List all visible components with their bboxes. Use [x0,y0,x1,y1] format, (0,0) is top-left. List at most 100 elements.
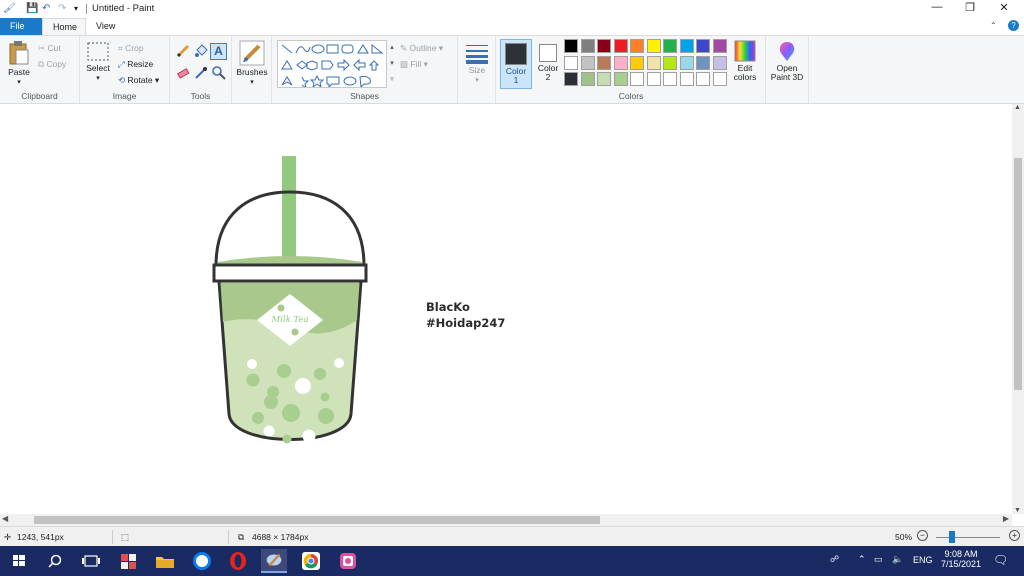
eraser-icon[interactable] [176,66,190,80]
palette-swatch[interactable] [597,39,611,53]
zoom-slider-track[interactable] [936,537,1000,538]
palette-swatch[interactable] [663,39,677,53]
magnifier-icon[interactable] [212,66,226,80]
color-picker-icon[interactable] [194,66,208,80]
rotate-button[interactable]: ⟲ Rotate ▾ [118,74,159,86]
undo-icon[interactable]: ↶ [42,3,50,15]
customize-quick-access-icon[interactable]: ▾ [74,3,78,15]
file-explorer-icon[interactable] [152,549,178,573]
people-icon[interactable]: ☍ [830,554,839,565]
zalo-icon[interactable] [189,549,215,573]
fill-bucket-icon[interactable] [194,44,208,58]
minimize-ribbon-icon[interactable]: ⌃ [990,21,997,30]
palette-swatch[interactable] [679,72,694,86]
pencil-icon[interactable] [176,44,190,58]
tab-home[interactable]: Home [42,18,86,35]
palette-swatch[interactable] [613,39,628,53]
palette-swatch[interactable] [696,55,710,70]
cut-button[interactable]: ✂ Cut [38,42,61,54]
outline-button[interactable]: ✎ Outline ▾ [400,42,443,54]
scroll-up-icon[interactable]: ▲ [1014,104,1021,111]
crop-button[interactable]: ⌗ Crop [118,42,144,54]
color2-button[interactable]: Color 2 [534,39,562,89]
palette-swatch[interactable] [613,55,628,70]
palette-swatch[interactable] [630,39,644,53]
palette-swatch[interactable] [646,39,661,53]
language-indicator[interactable]: ENG [913,555,933,565]
color2-swatch [539,44,557,62]
palette-swatch[interactable] [646,72,661,86]
select-button[interactable]: Select ▾ [84,42,112,83]
task-view-icon[interactable] [78,549,104,573]
notifications-icon[interactable]: 🗨 [993,553,1008,567]
palette-swatch[interactable] [679,55,694,70]
show-hidden-icons-icon[interactable]: ⌃ [858,554,866,565]
brushes-button[interactable]: Brushes ▾ [235,40,269,87]
palette-swatch[interactable] [580,72,595,86]
canvas-area[interactable]: Milk Tea BlacKo #Hoidap247 [0,104,1012,514]
tab-file[interactable]: File [0,18,42,35]
edit-colors-button[interactable]: Edit colors [730,40,760,82]
clock-date: 7/15/2021 [940,559,982,569]
close-button[interactable]: ✕ [988,1,1020,17]
palette-swatch[interactable] [564,72,578,86]
palette-swatch[interactable] [712,39,727,53]
palette-swatch[interactable] [712,55,727,70]
opera-icon[interactable] [225,549,251,573]
start-windows-icon[interactable] [6,549,32,573]
fill-button[interactable]: ▨ Fill ▾ [400,58,428,70]
resize-button[interactable]: ⤢ Resize [118,58,153,70]
tab-view[interactable]: View [86,18,126,35]
palette-swatch[interactable] [613,72,628,86]
color1-button[interactable]: Color 1 [500,39,532,89]
tools-label: Tools [190,91,211,101]
paint-app-icon[interactable]: 🖌 [3,3,16,15]
paint-taskbar-icon[interactable] [261,549,287,573]
palette-swatch[interactable] [679,39,694,53]
scroll-left-icon[interactable]: ◀ [2,514,8,523]
clock[interactable]: 9:08 AM 7/15/2021 [940,549,982,569]
scroll-right-icon[interactable]: ▶ [1003,514,1009,523]
vertical-scroll-thumb[interactable] [1014,158,1022,390]
palette-swatch[interactable] [663,55,677,70]
palette-swatch[interactable] [564,55,578,70]
save-icon[interactable]: 💾 [26,3,38,15]
copy-button[interactable]: ⧉ Copy [38,58,66,70]
text-tool-icon[interactable]: A [210,43,227,60]
redo-icon[interactable]: ↷ [58,3,66,15]
palette-swatch[interactable] [696,39,710,53]
open-paint3d-button[interactable]: Open Paint 3D [768,40,806,82]
palette-swatch[interactable] [597,72,611,86]
battery-icon[interactable]: ▭ [874,554,883,565]
image-size-icon: ⧉ [238,532,245,542]
palette-swatch[interactable] [646,55,661,70]
palette-swatch[interactable] [630,55,644,70]
minimize-button[interactable]: — [921,1,953,17]
scroll-down-icon[interactable]: ▼ [1014,507,1021,514]
chrome-icon[interactable] [298,549,324,573]
restore-button[interactable]: ❐ [954,1,986,17]
search-icon[interactable] [42,549,68,573]
photo-app-icon[interactable] [335,549,361,573]
help-icon[interactable]: ? [1008,20,1019,31]
palette-swatch[interactable] [630,72,644,86]
volume-icon[interactable]: 🔈 [892,554,903,565]
zoom-out-icon[interactable]: − [917,530,928,541]
shapes-scroll-arrows[interactable]: ▴ ▾ ▿ [388,40,396,88]
shapes-gallery[interactable] [277,40,387,90]
zoom-slider-thumb[interactable] [949,531,955,543]
canvas-text-line2: #Hoidap247 [426,316,506,330]
palette-swatch[interactable] [564,39,578,53]
tools-app-icon[interactable] [116,549,142,573]
size-button[interactable]: Size ▾ [462,42,492,85]
color-wheel-icon [734,40,756,62]
paste-button[interactable]: Paste ▾ [4,40,34,87]
palette-swatch[interactable] [712,72,727,86]
zoom-in-icon[interactable]: + [1009,530,1020,541]
palette-swatch[interactable] [663,72,677,86]
palette-swatch[interactable] [597,55,611,70]
horizontal-scroll-thumb[interactable] [34,516,600,524]
palette-swatch[interactable] [580,39,595,53]
palette-swatch[interactable] [696,72,710,86]
palette-swatch[interactable] [580,55,595,70]
